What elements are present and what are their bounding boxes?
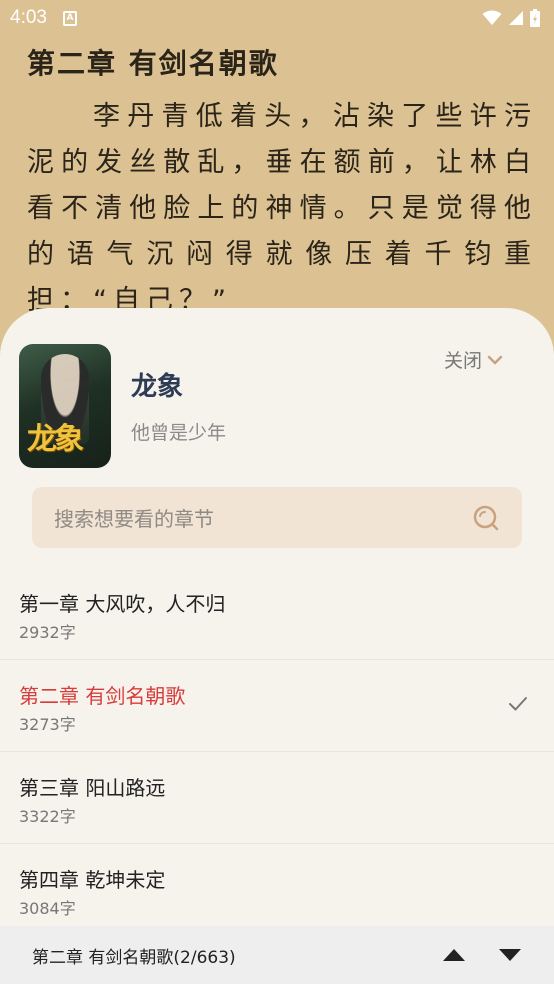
check-icon <box>509 697 527 711</box>
chapter-item-1[interactable]: 第一章 大风吹，人不归 2932字 <box>0 568 554 660</box>
chapter-title: 第一章 大风吹，人不归 <box>19 592 226 616</box>
status-time: 4:03 <box>10 7 47 28</box>
chapter-nav-buttons <box>442 948 522 962</box>
chapter-word-count: 3273字 <box>19 715 76 734</box>
chapter-sheet: 龙象 龙象 他曾是少年 关闭 搜索想要看的章节 第一章 大风吹，人不归 2932… <box>0 308 554 984</box>
reader-chapter-heading: 第二章 有剑名朝歌 <box>27 47 279 80</box>
search-placeholder: 搜索想要看的章节 <box>54 507 214 531</box>
chapter-title: 第三章 阳山路远 <box>19 776 166 800</box>
chapter-item-2[interactable]: 第二章 有剑名朝歌 3273字 <box>0 660 554 752</box>
chapter-title: 第四章 乾坤未定 <box>19 868 166 892</box>
reader-content: 第二章 有剑名朝歌 李丹青低着头，沾染了些许污泥的发丝散乱，垂在额前，让林白看不… <box>27 44 537 324</box>
chapter-search-input[interactable]: 搜索想要看的章节 <box>32 487 522 548</box>
close-button[interactable]: 关闭 <box>444 346 504 373</box>
book-cover: 龙象 <box>19 344 111 468</box>
scroll-down-icon[interactable] <box>498 948 522 962</box>
signal-icon <box>509 11 523 25</box>
wifi-icon <box>482 10 502 25</box>
search-icon[interactable] <box>472 504 500 532</box>
book-subtitle: 他曾是少年 <box>131 422 227 444</box>
chapter-list: 第一章 大风吹，人不归 2932字 第二章 有剑名朝歌 3273字 第三章 阳山… <box>0 568 554 936</box>
current-chapter-label: 第二章 有剑名朝歌(2/663) <box>32 947 236 968</box>
chapter-word-count: 3322字 <box>19 807 76 826</box>
chapter-title: 第二章 有剑名朝歌 <box>19 684 186 708</box>
reader-paragraph: 李丹青低着头，沾染了些许污泥的发丝散乱，垂在额前，让林白看不清他脸上的神情。只是… <box>27 101 537 316</box>
book-title: 龙象 <box>131 372 184 402</box>
battery-icon <box>530 9 540 27</box>
status-icons <box>482 9 540 27</box>
cover-title-art: 龙象 <box>27 422 84 457</box>
chapter-nav-bar: 第二章 有剑名朝歌(2/663) <box>0 926 554 984</box>
chapter-item-3[interactable]: 第三章 阳山路远 3322字 <box>0 752 554 844</box>
scroll-up-icon[interactable] <box>442 948 466 962</box>
close-label: 关闭 <box>443 350 482 372</box>
chapter-word-count: 3084字 <box>19 899 76 918</box>
chapter-word-count: 2932字 <box>19 623 76 642</box>
chapter-item-4[interactable]: 第四章 乾坤未定 3084字 <box>0 844 554 936</box>
chevron-down-icon <box>487 355 503 364</box>
notification-icon: A <box>62 10 77 26</box>
status-bar: 4:03 A <box>0 0 554 36</box>
